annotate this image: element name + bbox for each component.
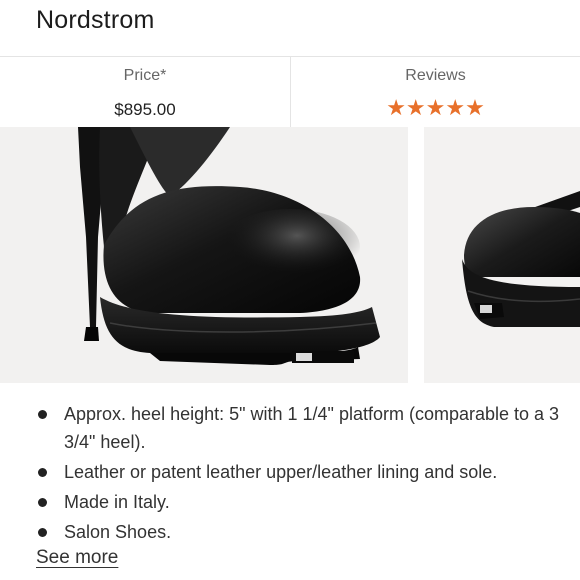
bullet-icon <box>38 410 47 419</box>
feature-text: Salon Shoes. <box>64 522 172 542</box>
feature-item: Leather or patent leather upper/leather … <box>36 458 566 486</box>
product-gallery[interactable] <box>0 127 580 383</box>
feature-text: Leather or patent leather upper/leather … <box>64 462 498 482</box>
see-more-link[interactable]: See more <box>36 547 118 569</box>
shoe-image <box>0 127 408 383</box>
price-value: $895.00 <box>114 100 176 119</box>
feature-item: Salon Shoes. <box>36 518 566 546</box>
feature-list: Approx. heel height: 5" with 1 1/4" plat… <box>36 400 566 548</box>
price-stat: Price* $895.00 <box>0 57 290 127</box>
bullet-icon <box>38 468 47 477</box>
rating-stars-icon: ★★★★★ <box>386 95 485 120</box>
feature-item: Approx. heel height: 5" with 1 1/4" plat… <box>36 400 566 456</box>
bullet-icon <box>38 528 47 537</box>
feature-text: Made in Italy. <box>64 492 170 512</box>
product-photo-second[interactable] <box>424 127 580 383</box>
reviews-label: Reviews <box>405 67 466 84</box>
feature-text: Approx. heel height: 5" with 1 1/4" plat… <box>64 404 560 452</box>
price-label: Price* <box>123 67 167 84</box>
product-photo-main[interactable] <box>0 127 408 383</box>
reviews-stat[interactable]: Reviews ★★★★★ <box>291 57 580 127</box>
store-name: Nordstrom <box>36 6 155 34</box>
bullet-icon <box>38 498 47 507</box>
feature-item: Made in Italy. <box>36 488 566 516</box>
shoe-image-alt <box>424 127 580 383</box>
product-stats: Price* $895.00 Reviews ★★★★★ <box>0 57 580 127</box>
app-header: Nordstrom <box>0 0 580 57</box>
